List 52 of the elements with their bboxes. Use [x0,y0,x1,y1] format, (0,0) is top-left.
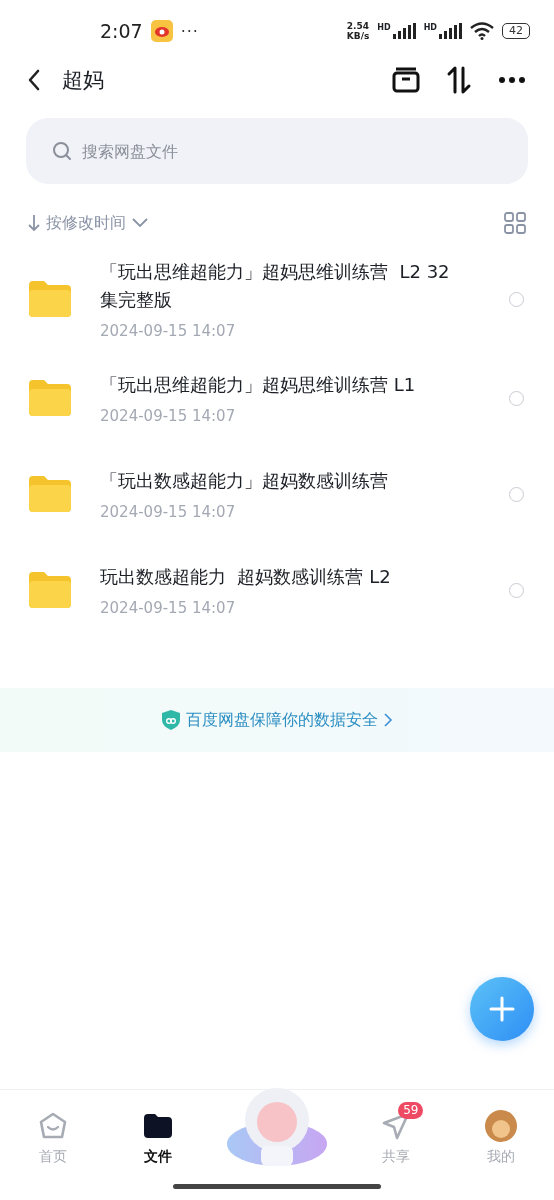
nav-tab[interactable]: 59 共享 [358,1098,435,1166]
security-link[interactable]: 百度网盘保障你的数据安全 [185,709,378,731]
chevron-right-icon [383,713,393,727]
search-field[interactable]: 搜索网盘文件 [26,118,528,184]
plus-icon [489,996,515,1022]
nav-tab[interactable]: 首页 [14,1098,91,1166]
home-icon [38,1112,67,1140]
folder-date: 2024-09-15 14:07 [100,322,237,340]
folder-name: 「玩出思维超能力」超妈思维训练营 L2 32集完整版 [100,260,451,312]
folder-row[interactable]: 「玩出思维超能力」超妈思维训练营 L1 2024-09-15 14:07 [0,350,554,446]
folder-date: 2024-09-15 14:07 [100,407,237,425]
folder-date: 2024-09-15 14:07 [100,503,237,521]
battery-indicator: 42 [502,23,530,39]
network-speed: 2.54 [346,21,370,31]
page-title: 超妈 [62,67,104,94]
folder-name: 「玩出思维超能力」超妈思维训练营 L1 [100,373,417,397]
signal-icon [391,23,416,39]
folder-icon [29,476,71,512]
folder-date: 2024-09-15 14:07 [100,599,237,617]
grid-view-icon[interactable] [504,212,526,234]
archive-icon[interactable] [392,67,420,93]
folder-row[interactable]: 「玩出数感超能力」超妈数感训练营 2024-09-15 14:07 [0,446,554,542]
folder-name: 「玩出数感超能力」超妈数感训练营 [100,469,389,493]
add-button[interactable] [470,977,534,1041]
folder-row[interactable]: 玩出数感超能力 超妈数感训练营 L2 2024-09-15 14:07 [0,542,554,638]
wifi-icon [470,22,494,40]
security-banner[interactable]: 百度网盘保障你的数据安全 [0,688,554,752]
arrow-down-icon [28,214,40,232]
app-notification-icon [150,20,173,42]
nav-tab[interactable]: 文件 [119,1098,196,1166]
folder-icon [143,1114,172,1138]
status-time: 2:07 [100,20,143,42]
nav-tab[interactable]: 我的 [463,1098,540,1166]
folder-row[interactable]: 「玩出思维超能力」超妈思维训练营 L2 32集完整版 2024-09-15 14:07 [0,248,554,350]
search-icon [52,141,72,161]
signal-icon [438,23,462,39]
hd-label: HD [423,23,437,32]
avatar [485,1110,518,1142]
hd-label: HD [377,23,391,32]
chevron-down-icon [132,218,148,228]
more-notifications: ··· [180,21,199,41]
shield-icon [161,710,180,730]
folder-icon [29,572,71,608]
notification-badge: 59 [398,1102,424,1119]
folder-icon [29,380,71,416]
back-icon[interactable] [27,69,41,91]
sort-icon[interactable] [446,66,472,94]
folder-icon [29,281,71,317]
folder-name: 玩出数感超能力 超妈数感训练营 L2 [100,565,392,589]
sort-order-button[interactable]: 按修改时间 [28,212,148,234]
more-icon[interactable] [498,76,526,84]
network-speed-unit: KB/s [346,31,370,41]
